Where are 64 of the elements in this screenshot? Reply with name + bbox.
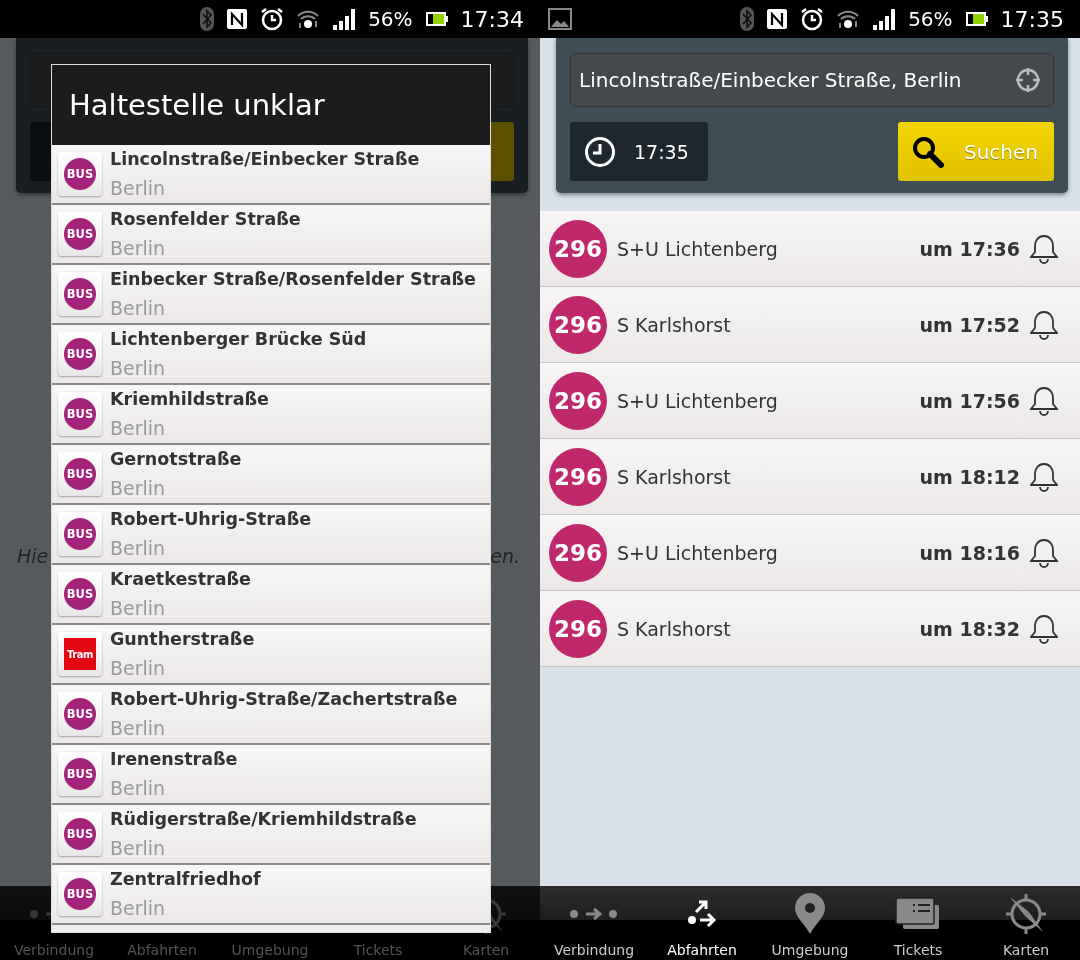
stop-city: Berlin [110,836,167,861]
departure-time: um 18:12 [919,465,1020,488]
departure-time: um 17:36 [919,237,1020,260]
destination: S Karlshorst [617,617,732,640]
stop-city: Berlin [110,896,167,921]
stop-city: Berlin [110,716,167,741]
stop-name: Kraetkestraße [110,568,251,591]
clock-time: 17:35 [1000,6,1064,32]
bus-badge: BUS [64,218,96,250]
hint-text: en. [490,545,520,567]
bus-badge: BUS [64,878,96,910]
bus-badge: BUS [64,698,96,730]
battery-percent: 56% [908,7,953,31]
bus-badge: BUS [64,278,96,310]
bus-badge: BUS [64,578,96,610]
stop-name: Lichtenberger Brücke Süd [110,328,367,351]
line-badge: 296 [549,523,607,582]
destination: S+U Lichtenberg [617,237,779,260]
stop-name: Einbecker Straße/Rosenfelder Straße [110,268,476,291]
bus-badge: BUS [64,818,96,850]
line-badge: 296 [549,447,607,506]
destination: S Karlshorst [617,313,732,336]
bus-badge: BUS [64,758,96,790]
destination: S+U Lichtenberg [617,389,779,412]
departure-time: um 17:52 [919,313,1020,336]
destination: S+U Lichtenberg [617,541,779,564]
bus-badge: BUS [64,158,96,190]
hint-text: Hie [17,545,49,567]
departure-time: um 18:32 [919,617,1020,640]
destination: S Karlshorst [617,465,732,488]
stop-city: Berlin [110,236,167,261]
departure-time: um 17:56 [919,389,1020,412]
stop-city: Berlin [110,656,167,681]
clock-time: 17:34 [460,6,524,32]
stop-name: Robert-Uhrig-Straße [110,508,312,531]
bus-badge: BUS [64,398,96,430]
stop-name: Lincolnstraße/Einbecker Straße [110,148,420,171]
bus-badge: BUS [64,458,96,490]
stop-city: Berlin [110,356,167,381]
battery-percent: 56% [368,7,413,31]
line-badge: 296 [549,599,607,658]
stop-city: Berlin [110,776,167,801]
stop-name: Rüdigerstraße/Kriemhildstraße [110,808,417,831]
stop-name: Kriemhildstraße [110,388,269,411]
dialog-title: Haltestelle unklar [52,65,490,145]
bus-badge: BUS [64,338,96,370]
stop-name: Gernotstraße [110,448,242,471]
bus-badge: BUS [64,518,96,550]
stop-name: Irenenstraße [110,748,238,771]
stop-city: Berlin [110,596,167,621]
line-badge: 296 [549,219,607,278]
tram-badge: Tram [64,638,96,670]
stop-name: Robert-Uhrig-Straße/Zachertstraße [110,688,458,711]
stop-name: Zentralfriedhof [110,868,261,891]
stop-city: Berlin [110,536,167,561]
stop-city: Berlin [110,416,167,441]
stop-name: Guntherstraße [110,628,255,651]
departure-time: um 18:16 [919,541,1020,564]
line-badge: 296 [549,371,607,430]
stop-city: Berlin [110,476,167,501]
line-badge: 296 [549,295,607,354]
stop-city: Berlin [110,176,167,201]
stop-city: Berlin [110,296,167,321]
stop-name: Rosenfelder Straße [110,208,301,231]
